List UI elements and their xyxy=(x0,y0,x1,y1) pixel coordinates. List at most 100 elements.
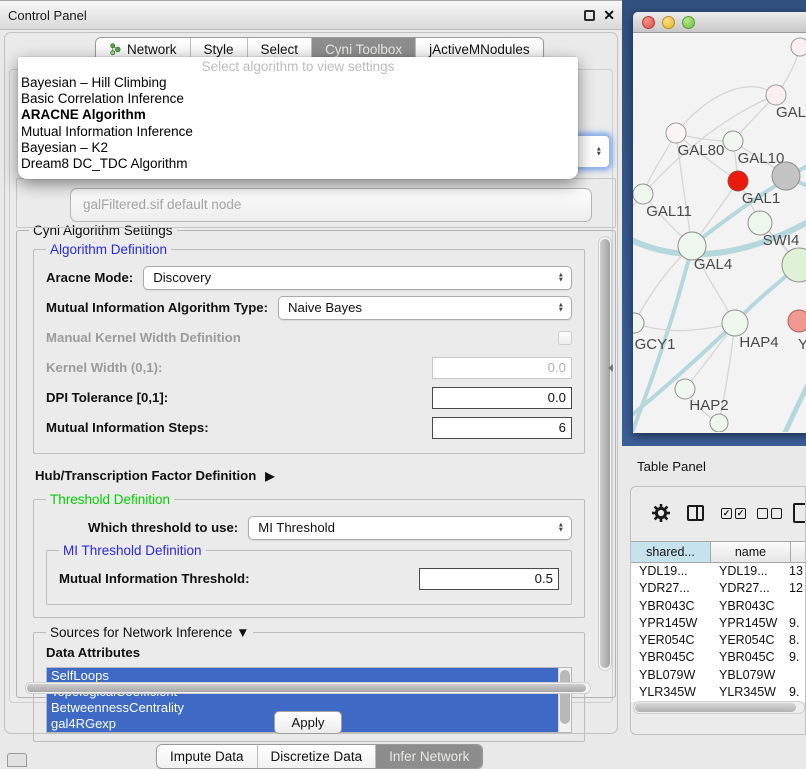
cyni-algorithm-settings-group: Cyni Algorithm Settings Algorithm Defini… xyxy=(16,230,616,698)
tab-infer-network[interactable]: Infer Network xyxy=(375,745,482,768)
aracne-mode-label: Aracne Mode: xyxy=(46,270,133,285)
deselect-all-checks-icon[interactable] xyxy=(757,508,782,519)
table-cell: 9. xyxy=(787,684,805,701)
mi-algorithm-type-label: Mutual Information Algorithm Type: xyxy=(46,300,268,315)
tab-impute-data[interactable]: Impute Data xyxy=(157,745,257,768)
split-panes-icon[interactable] xyxy=(687,505,704,521)
column-header-name[interactable]: name xyxy=(711,542,791,562)
hub-definition-section[interactable]: Hub/Transcription Factor Definition ▶ xyxy=(35,468,583,483)
table-row[interactable]: YDL19...YDL19...13 xyxy=(631,563,805,580)
gear-icon[interactable] xyxy=(651,503,671,523)
network-node-label: GAL11 xyxy=(646,203,692,220)
cyni-bottom-tabs: Impute Data Discretize Data Infer Networ… xyxy=(156,744,483,769)
dpi-tolerance-label: DPI Tolerance [0,1]: xyxy=(46,390,168,405)
network-data-combo[interactable]: galFiltered.sif default node xyxy=(70,188,592,222)
close-panel-icon[interactable]: ✕ xyxy=(603,6,615,24)
network-node-label: SWI4 xyxy=(763,232,800,249)
dpi-tolerance-field[interactable]: 0.0 xyxy=(432,387,572,409)
table-cell: YBL079W xyxy=(711,667,787,684)
manual-kernel-checkbox[interactable] xyxy=(558,331,572,345)
network-node-label: GAL1 xyxy=(742,190,780,207)
network-node-label: GAL4 xyxy=(694,256,732,273)
network-node[interactable] xyxy=(633,313,644,333)
table-function-icon[interactable] xyxy=(793,503,806,523)
select-all-checks-icon[interactable]: ✓✓ xyxy=(721,508,746,519)
kernel-width-label: Kernel Width (0,1): xyxy=(46,360,162,375)
dropdown-item[interactable]: Bayesian – K2 xyxy=(18,140,578,156)
mi-steps-field[interactable]: 6 xyxy=(432,417,572,439)
mi-algorithm-type-combo[interactable]: Naive Bayes ▲▼ xyxy=(278,296,572,320)
which-threshold-combo[interactable]: MI Threshold ▲▼ xyxy=(248,516,572,540)
table-cell: YBR045C xyxy=(631,649,711,666)
network-node[interactable] xyxy=(723,131,743,151)
table-row[interactable]: YLR345WYLR345W9. xyxy=(631,684,805,701)
close-window-icon[interactable] xyxy=(642,16,655,29)
network-view-frame: GALGAL80GAL10GAL1GAL11SWI4GAL4GCY1HAP4YH… xyxy=(622,0,806,446)
network-node[interactable] xyxy=(675,379,695,399)
table-cell: 13 xyxy=(787,563,805,580)
control-panel-titlebar: Control Panel ✕ xyxy=(0,0,622,30)
mi-steps-label: Mutual Information Steps: xyxy=(46,420,209,435)
collapsed-arrow-icon[interactable]: ▶ xyxy=(265,469,274,483)
dropdown-item[interactable]: Basic Correlation Inference xyxy=(18,91,578,107)
dropdown-item-aracne[interactable]: ARACNE Algorithm xyxy=(18,107,578,123)
network-edge[interactable] xyxy=(634,323,735,331)
network-node[interactable] xyxy=(666,123,686,143)
table-panel-title: Table Panel xyxy=(637,459,706,474)
table-horizontal-scrollbar[interactable] xyxy=(633,701,805,714)
column-header-partial[interactable] xyxy=(791,542,805,562)
table-row[interactable]: YBR045CYBR045C9. xyxy=(631,649,805,666)
table-cell: YDR27... xyxy=(631,580,711,597)
list-scrollbar[interactable] xyxy=(558,668,571,732)
table-row[interactable]: YER054CYER054C8. xyxy=(631,632,805,649)
threshold-definition-group: Threshold Definition Which threshold to … xyxy=(33,499,585,618)
table-cell: YBR043C xyxy=(631,598,711,615)
network-canvas[interactable]: GALGAL80GAL10GAL1GAL11SWI4GAL4GCY1HAP4YH… xyxy=(633,33,806,432)
network-node[interactable] xyxy=(791,38,806,56)
kernel-width-field[interactable]: 0.0 xyxy=(432,357,572,379)
network-node[interactable] xyxy=(633,184,653,204)
mi-threshold-field[interactable]: 0.5 xyxy=(419,568,559,590)
settings-horizontal-scrollbar[interactable] xyxy=(25,682,591,694)
table-cell xyxy=(787,598,805,615)
network-edge[interactable] xyxy=(783,371,806,432)
tab-discretize-data[interactable]: Discretize Data xyxy=(257,745,376,768)
network-node[interactable] xyxy=(766,85,786,105)
minimize-window-icon[interactable] xyxy=(662,16,675,29)
mi-threshold-definition-group: MI Threshold Definition Mutual Informati… xyxy=(46,550,572,605)
table-row[interactable]: YPR145WYPR145W9. xyxy=(631,615,805,632)
combo-stepper-icon: ▲▼ xyxy=(558,522,564,533)
network-node[interactable] xyxy=(728,171,748,191)
table-row[interactable]: YDR27...YDR27...12 xyxy=(631,580,805,597)
network-node-label: HAP2 xyxy=(689,397,728,414)
network-node[interactable] xyxy=(788,310,806,332)
network-node-label: GCY1 xyxy=(635,336,676,353)
column-header-shared-name[interactable]: shared... xyxy=(631,542,711,562)
dropdown-item[interactable]: Mutual Information Inference xyxy=(18,124,578,140)
apply-button[interactable]: Apply xyxy=(274,711,342,734)
float-panel-icon[interactable] xyxy=(584,10,595,21)
network-window[interactable]: GALGAL80GAL10GAL1GAL11SWI4GAL4GCY1HAP4YH… xyxy=(633,12,806,433)
sources-group-title[interactable]: Sources for Network Inference ▼ xyxy=(46,625,253,640)
table-cell: YBL079W xyxy=(631,667,711,684)
network-node[interactable] xyxy=(710,414,728,432)
dropdown-item[interactable]: Bayesian – Hill Climbing xyxy=(18,75,578,91)
collapsed-panel-button[interactable] xyxy=(7,753,27,767)
table-row[interactable]: YBL079WYBL079W xyxy=(631,667,805,684)
table-cell: YER054C xyxy=(631,632,711,649)
splitter-collapse-arrow[interactable] xyxy=(608,364,613,372)
dropdown-item[interactable]: Dream8 DC_TDC Algorithm xyxy=(18,156,578,172)
zoom-window-icon[interactable] xyxy=(682,16,695,29)
which-threshold-value: MI Threshold xyxy=(258,520,335,535)
network-node[interactable] xyxy=(722,310,748,336)
network-node-label: GAL xyxy=(776,104,806,121)
settings-vertical-scrollbar[interactable] xyxy=(598,236,612,671)
table-row[interactable]: YBR043CYBR043C xyxy=(631,598,805,615)
table-cell: YLR345W xyxy=(711,684,787,701)
aracne-mode-combo[interactable]: Discovery ▲▼ xyxy=(143,266,572,290)
mi-threshold-label: Mutual Information Threshold: xyxy=(59,571,249,586)
algorithm-definition-title: Algorithm Definition xyxy=(46,242,171,257)
network-node[interactable] xyxy=(772,162,800,190)
which-threshold-label: Which threshold to use: xyxy=(88,520,238,535)
table-toolbar: ✓✓ xyxy=(631,487,805,541)
